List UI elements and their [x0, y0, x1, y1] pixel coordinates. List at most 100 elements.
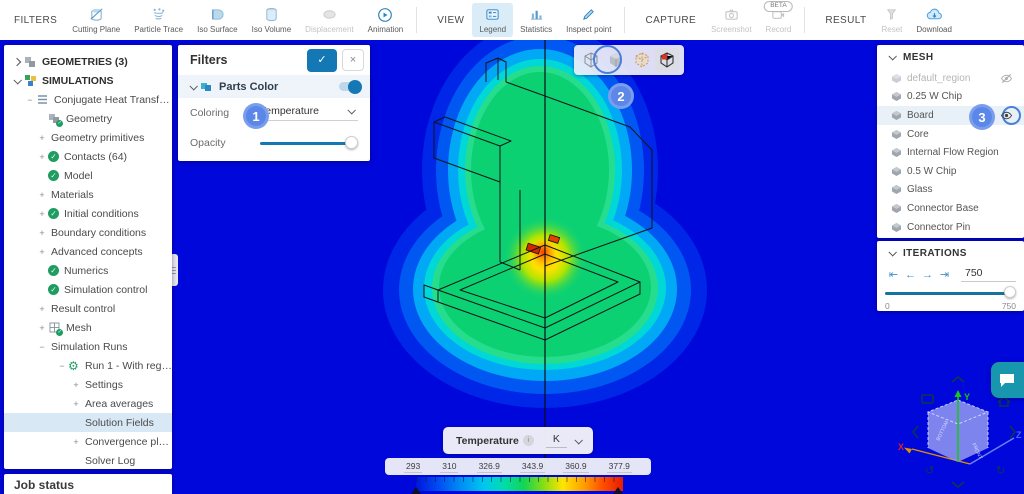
toolbar-separator [416, 7, 417, 33]
solid-cube-button[interactable] [604, 48, 628, 72]
next-iteration-button[interactable]: → [919, 269, 936, 281]
mesh-item-connector-pin[interactable]: Connector Pin [877, 218, 1024, 237]
tree-item-model[interactable]: ✓ Model [4, 166, 172, 185]
tree-item-conjugate-heat-transfer[interactable]: − Conjugate Heat Transfer v2.0 [4, 90, 172, 109]
eye-icon[interactable] [1000, 109, 1013, 122]
apply-filters-button[interactable]: ✓ [307, 49, 337, 72]
previous-iteration-button[interactable]: ← [902, 269, 919, 281]
roll-cw-icon: ↻ [996, 465, 1005, 477]
collapse-minus-icon[interactable]: − [56, 361, 68, 371]
opacity-slider-handle[interactable] [345, 136, 358, 149]
parts-color-toggle[interactable] [339, 82, 360, 91]
filters-panel-title: Filters [190, 53, 307, 67]
iterations-panel-header[interactable]: ITERATIONS [877, 241, 1024, 265]
legend-value-4[interactable]: 360.9 [563, 461, 588, 473]
expand-plus-icon[interactable]: + [36, 190, 48, 200]
tree-item-materials[interactable]: + Materials [4, 185, 172, 204]
tree-item-simulation-control[interactable]: ✓ Simulation control [4, 280, 172, 299]
toolbar-separator [804, 7, 805, 33]
tree-item-contacts[interactable]: + ✓ Contacts (64) [4, 147, 172, 166]
tree-item-solver-log[interactable]: Solver Log [4, 451, 172, 469]
mesh-item-internal-flow-region[interactable]: Internal Flow Region [877, 143, 1024, 162]
particle-trace-icon [151, 6, 166, 23]
collapse-minus-icon[interactable]: − [36, 342, 48, 352]
mesh-item-05w-chip[interactable]: 0.5 W Chip [877, 162, 1024, 181]
expand-plus-icon[interactable]: + [36, 228, 48, 238]
download-button[interactable]: Download [909, 0, 959, 40]
transparent-cube-button[interactable] [630, 48, 654, 72]
expand-plus-icon[interactable]: + [36, 133, 48, 143]
colorbar-min-marker[interactable] [411, 487, 421, 494]
legend-button[interactable]: Legend [472, 3, 513, 37]
legend-value-0[interactable]: 293 [404, 461, 422, 473]
coloring-dropdown[interactable]: Temperature [260, 105, 358, 121]
mesh-item-core[interactable]: Core [877, 125, 1024, 144]
tree-item-boundary-conditions[interactable]: + Boundary conditions [4, 223, 172, 242]
mesh-item-025w-chip[interactable]: 0.25 W Chip [877, 88, 1024, 107]
unit-dropdown[interactable]: K [546, 433, 567, 448]
axis-x-label: X [898, 442, 904, 452]
screenshot-button[interactable]: Screenshot [704, 0, 758, 40]
chat-help-button[interactable] [991, 362, 1024, 398]
expand-plus-icon[interactable]: + [36, 209, 48, 219]
expand-plus-icon[interactable]: + [70, 437, 82, 447]
tree-item-area-averages[interactable]: + Area averages [4, 394, 172, 413]
iteration-slider[interactable] [885, 286, 1016, 300]
tree-item-convergence-plots[interactable]: + Convergence plots [4, 432, 172, 451]
mesh-item-board[interactable]: Board [877, 106, 1024, 125]
expand-plus-icon[interactable]: + [36, 323, 48, 333]
animation-button[interactable]: Animation [361, 0, 411, 40]
mesh-item-connector-base[interactable]: Connector Base [877, 199, 1024, 218]
tree-item-run-1[interactable]: − ⚙ Run 1 - With region r... [4, 356, 172, 375]
tree-item-geometry-primitives[interactable]: + Geometry primitives [4, 128, 172, 147]
parts-color-section[interactable]: Parts Color [178, 75, 370, 98]
tree-item-settings[interactable]: + Settings [4, 375, 172, 394]
iteration-value-input[interactable]: 750 [961, 267, 1016, 282]
tree-item-simulations[interactable]: SIMULATIONS [4, 71, 172, 90]
opacity-slider[interactable] [260, 136, 358, 150]
record-button[interactable]: BETA Record [759, 0, 799, 40]
reset-button[interactable]: Reset [874, 0, 909, 40]
tree-item-initial-conditions[interactable]: + ✓ Initial conditions [4, 204, 172, 223]
expand-plus-icon[interactable]: + [70, 399, 82, 409]
tree-item-result-control[interactable]: + Result control [4, 299, 172, 318]
tree-item-solution-fields[interactable]: Solution Fields [4, 413, 172, 432]
legend-value-5[interactable]: 377.9 [607, 461, 632, 473]
expand-plus-icon[interactable]: + [36, 152, 48, 162]
statistics-button[interactable]: Statistics [513, 0, 559, 40]
iso-volume-button[interactable]: Iso Volume [245, 0, 299, 40]
legend-value-2[interactable]: 326.9 [477, 461, 502, 473]
simulation-tree-panel: GEOMETRIES (3) SIMULATIONS − Conjugate H… [4, 45, 172, 469]
displacement-button[interactable]: Displacement [298, 0, 360, 40]
expand-plus-icon[interactable]: + [70, 380, 82, 390]
iteration-slider-handle[interactable] [1004, 286, 1016, 298]
chevron-down-icon [888, 52, 896, 60]
tree-item-mesh[interactable]: + ✓ Mesh [4, 318, 172, 337]
mesh-item-default-region[interactable]: default_region [877, 69, 1024, 88]
collapse-minus-icon[interactable]: − [24, 95, 36, 105]
expand-plus-icon[interactable]: + [36, 247, 48, 257]
wireframe-cube-button[interactable] [579, 48, 603, 72]
cutting-plane-button[interactable]: Cutting Plane [65, 0, 127, 40]
legend-value-3[interactable]: 343.9 [520, 461, 545, 473]
first-iteration-button[interactable]: ⇤ [885, 268, 902, 281]
close-filters-button[interactable]: × [342, 49, 364, 71]
colorbar-max-marker[interactable] [613, 487, 623, 494]
expand-plus-icon[interactable]: + [36, 304, 48, 314]
legend-value-1[interactable]: 310 [440, 461, 458, 473]
mesh-item-glass[interactable]: Glass [877, 181, 1024, 200]
tree-item-geometries[interactable]: GEOMETRIES (3) [4, 52, 172, 71]
clip-cube-button[interactable] [655, 48, 679, 72]
last-iteration-button[interactable]: ⇥ [936, 268, 953, 281]
particle-trace-button[interactable]: Particle Trace [127, 0, 190, 40]
tree-item-geometry[interactable]: ✓ Geometry [4, 109, 172, 128]
tree-item-numerics[interactable]: ✓ Numerics [4, 261, 172, 280]
mesh-panel-header[interactable]: MESH [877, 45, 1024, 69]
tree-item-advanced-concepts[interactable]: + Advanced concepts [4, 242, 172, 261]
iso-surface-button[interactable]: Iso Surface [190, 0, 244, 40]
inspect-point-button[interactable]: Inspect point [559, 0, 618, 40]
inspect-point-icon [581, 6, 596, 23]
eye-off-icon[interactable] [1000, 72, 1013, 85]
legend-values-bar: 293 310 326.9 343.9 360.9 377.9 [385, 458, 651, 475]
tree-item-simulation-runs[interactable]: − Simulation Runs [4, 337, 172, 356]
